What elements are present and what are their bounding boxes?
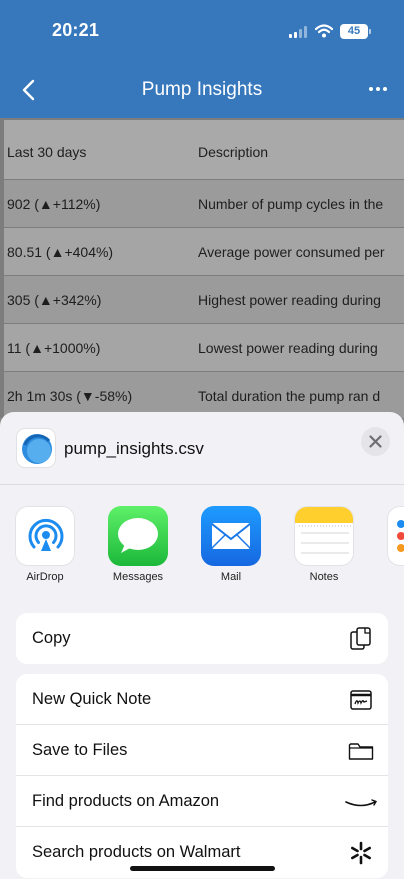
table-row: 11 (▲+1000%) Lowest power reading during	[4, 324, 404, 371]
table-cell: 305 (▲+342%)	[7, 292, 102, 308]
action-new-quick-note[interactable]: New Quick Note	[16, 674, 388, 725]
app-header: 20:21 45 Pump Insights	[0, 0, 404, 118]
share-app-notes[interactable]: Notes	[284, 506, 364, 583]
action-label: Save to Files	[32, 741, 128, 759]
reminders-icon	[387, 506, 404, 566]
notes-icon	[294, 506, 354, 566]
table-cell: 2h 1m 30s (▼-58%)	[7, 388, 133, 404]
column-header: Last 30 days	[7, 144, 87, 160]
more-options-icon[interactable]	[369, 87, 387, 91]
action-find-on-amazon[interactable]: Find products on Amazon	[16, 776, 388, 827]
mail-icon	[201, 506, 261, 566]
table-row: 902 (▲+112%) Number of pump cycles in th…	[4, 180, 404, 227]
page-title: Pump Insights	[141, 79, 263, 100]
table-row: 305 (▲+342%) Highest power reading durin…	[4, 276, 404, 323]
table-header-row: Last 30 days Description	[4, 120, 404, 179]
table-cell: 11 (▲+1000%)	[7, 340, 101, 356]
copy-icon	[350, 627, 371, 650]
file-app-icon	[16, 428, 56, 468]
file-name: pump_insights.csv	[64, 439, 204, 458]
insights-table: Last 30 days Description 902 (▲+112%) Nu…	[0, 118, 404, 418]
table-cell: Number of pump cycles in the	[198, 196, 384, 212]
table-cell: Average power consumed per	[198, 244, 385, 260]
table-cell: 80.51 (▲+404%)	[7, 244, 114, 260]
actions-group: New Quick Note Save to Files Find produc…	[16, 674, 388, 878]
copy-action[interactable]: Copy	[16, 613, 388, 664]
table-cell: Total duration the pump ran d	[198, 388, 381, 404]
close-button[interactable]	[361, 427, 390, 456]
share-app-reminders[interactable]: Re	[377, 506, 404, 583]
messages-icon	[108, 506, 168, 566]
amazon-icon	[345, 799, 378, 807]
table-cell: 902 (▲+112%)	[7, 196, 101, 212]
share-sheet: pump_insights.csv AirDrop Messages Mail …	[0, 412, 404, 879]
copy-group: Copy	[16, 613, 388, 664]
folder-icon	[348, 743, 374, 760]
quick-note-icon	[350, 690, 372, 710]
battery-icon: 45	[340, 24, 371, 39]
action-label: Find products on Amazon	[32, 792, 220, 810]
cellular-signal-icon	[289, 26, 307, 38]
app-label: Re	[377, 571, 404, 583]
action-save-to-files[interactable]: Save to Files	[16, 725, 388, 776]
action-label: New Quick Note	[32, 690, 152, 708]
app-label: AirDrop	[26, 571, 64, 583]
app-label: Mail	[220, 571, 242, 583]
home-indicator	[130, 866, 275, 871]
action-label: Copy	[32, 629, 71, 647]
table-cell: Lowest power reading during	[198, 340, 378, 356]
column-header: Description	[198, 144, 269, 160]
share-apps-row: AirDrop Messages Mail Notes	[0, 506, 404, 596]
share-app-airdrop[interactable]: AirDrop	[5, 506, 85, 583]
share-app-mail[interactable]: Mail	[191, 506, 271, 583]
walmart-icon	[351, 841, 371, 865]
close-icon	[369, 435, 382, 448]
app-label: Messages	[112, 571, 164, 583]
table-cell: Highest power reading during	[198, 292, 381, 308]
table-row: 80.51 (▲+404%) Average power consumed pe…	[4, 228, 404, 275]
app-label: Notes	[309, 571, 339, 583]
action-label: Search products on Walmart	[32, 843, 241, 861]
share-app-messages[interactable]: Messages	[98, 506, 178, 583]
status-time: 20:21	[52, 20, 100, 40]
share-file-header: pump_insights.csv	[0, 412, 404, 485]
airdrop-icon	[15, 506, 75, 566]
wifi-icon	[315, 24, 333, 38]
